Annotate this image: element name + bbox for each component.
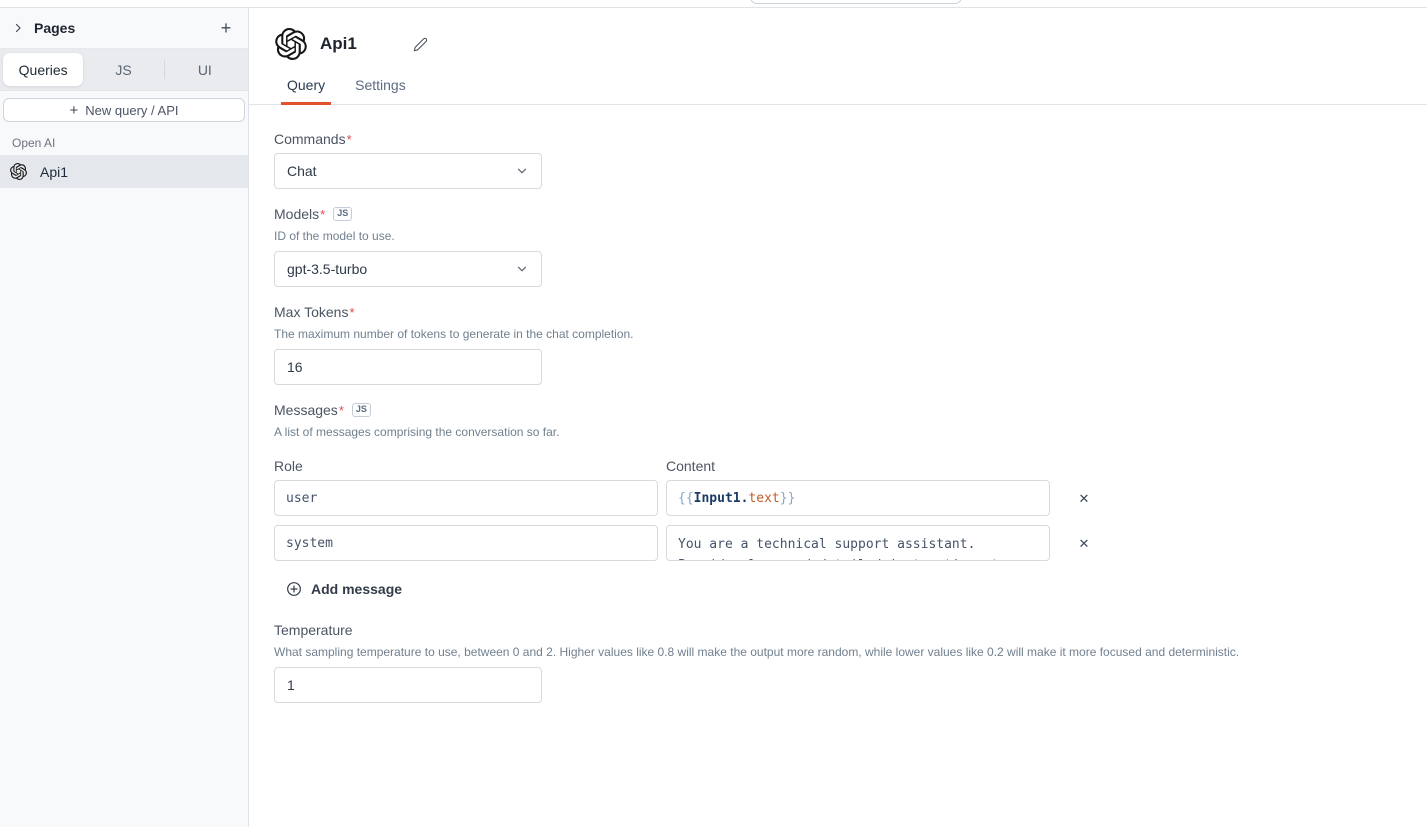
message-content-input[interactable]: [666, 525, 1050, 561]
query-form: Commands* Chat Models* JS ID of the mode…: [249, 105, 1427, 703]
models-selected-value: gpt-3.5-turbo: [287, 261, 367, 277]
models-label: Models*: [274, 206, 325, 222]
max-tokens-description: The maximum number of tokens to generate…: [274, 327, 1427, 341]
chevron-down-icon: [515, 262, 529, 276]
tab-ui-label: UI: [198, 62, 212, 78]
plus-icon: +: [70, 102, 79, 119]
chevron-right-icon[interactable]: [12, 22, 24, 34]
messages-column-headers: Role Content: [274, 458, 1427, 474]
close-icon: ✕: [1079, 492, 1090, 505]
pages-header: Pages +: [0, 8, 248, 49]
messages-rows: {{Input1.text}} ✕ ✕: [274, 480, 1427, 561]
sidebar: Pages + Queries JS UI + New query / API …: [0, 8, 249, 827]
js-toggle-badge[interactable]: JS: [352, 403, 371, 417]
commands-selected-value: Chat: [287, 163, 317, 179]
field-temperature: Temperature What sampling temperature to…: [274, 622, 1427, 703]
tab-ui[interactable]: UI: [165, 53, 245, 86]
edit-name-button[interactable]: [413, 37, 428, 52]
required-asterisk: *: [347, 132, 352, 147]
remove-message-button[interactable]: ✕: [1074, 533, 1094, 553]
add-message-button[interactable]: Add message: [286, 581, 402, 597]
code-token: }}: [780, 491, 796, 506]
models-description: ID of the model to use.: [274, 229, 1427, 243]
sidebar-segmented-control: Queries JS UI: [0, 49, 248, 91]
commands-label: Commands*: [274, 131, 352, 147]
commands-select[interactable]: Chat: [274, 153, 542, 189]
sidebar-item-api1[interactable]: Api1: [0, 155, 248, 188]
plus-icon: +: [221, 19, 232, 37]
temperature-label: Temperature: [274, 622, 353, 638]
field-models: Models* JS ID of the model to use. gpt-3…: [274, 206, 1427, 287]
code-token: Input1.: [694, 491, 749, 506]
pencil-icon: [413, 37, 428, 52]
required-asterisk: *: [320, 207, 325, 222]
role-column-header: Role: [274, 458, 658, 474]
query-title: Api1: [320, 34, 357, 54]
openai-logo-icon: [275, 28, 307, 60]
close-icon: ✕: [1079, 537, 1090, 550]
circle-plus-icon: [286, 581, 302, 597]
tab-query[interactable]: Query: [281, 77, 331, 104]
add-message-label: Add message: [311, 581, 402, 597]
models-select[interactable]: gpt-3.5-turbo: [274, 251, 542, 287]
max-tokens-label: Max Tokens*: [274, 304, 355, 320]
openai-logo-icon: [10, 163, 27, 180]
add-page-button[interactable]: +: [216, 18, 236, 38]
max-tokens-input[interactable]: [274, 349, 542, 385]
sidebar-item-label: Api1: [40, 164, 68, 180]
tab-queries-label: Queries: [19, 62, 68, 78]
js-toggle-badge[interactable]: JS: [333, 207, 352, 221]
app-window: Pages + Queries JS UI + New query / API …: [0, 8, 1427, 827]
code-token: {{: [678, 491, 694, 506]
query-group-label: Open AI: [12, 136, 236, 150]
chevron-down-icon: [515, 164, 529, 178]
tab-js[interactable]: JS: [83, 53, 163, 86]
temperature-description: What sampling temperature to use, betwee…: [274, 645, 1427, 659]
message-role-input[interactable]: [274, 480, 658, 516]
new-query-label: New query / API: [85, 103, 178, 118]
message-content-input[interactable]: {{Input1.text}}: [666, 480, 1050, 516]
temperature-input[interactable]: [274, 667, 542, 703]
messages-description: A list of messages comprising the conver…: [274, 425, 1427, 439]
top-bar: [0, 0, 1427, 8]
new-query-button[interactable]: + New query / API: [3, 98, 245, 122]
content-column-header: Content: [666, 458, 1050, 474]
main-panel: Api1 Query Settings Commands* Chat: [249, 8, 1427, 827]
tab-settings[interactable]: Settings: [349, 77, 412, 104]
topbar-partial-control[interactable]: [750, 0, 962, 4]
remove-message-button[interactable]: ✕: [1074, 488, 1094, 508]
code-token: text: [748, 491, 779, 506]
required-asterisk: *: [339, 403, 344, 418]
message-role-input[interactable]: [274, 525, 658, 561]
tab-queries[interactable]: Queries: [3, 53, 83, 86]
field-commands: Commands* Chat: [274, 131, 1427, 189]
query-header: Api1: [249, 8, 1427, 60]
field-max-tokens: Max Tokens* The maximum number of tokens…: [274, 304, 1427, 385]
required-asterisk: *: [349, 305, 354, 320]
field-messages: Messages* JS A list of messages comprisi…: [274, 402, 1427, 597]
pages-title: Pages: [34, 20, 206, 36]
query-settings-tabs: Query Settings: [249, 60, 1427, 105]
tab-js-label: JS: [115, 62, 131, 78]
messages-label: Messages*: [274, 402, 344, 418]
